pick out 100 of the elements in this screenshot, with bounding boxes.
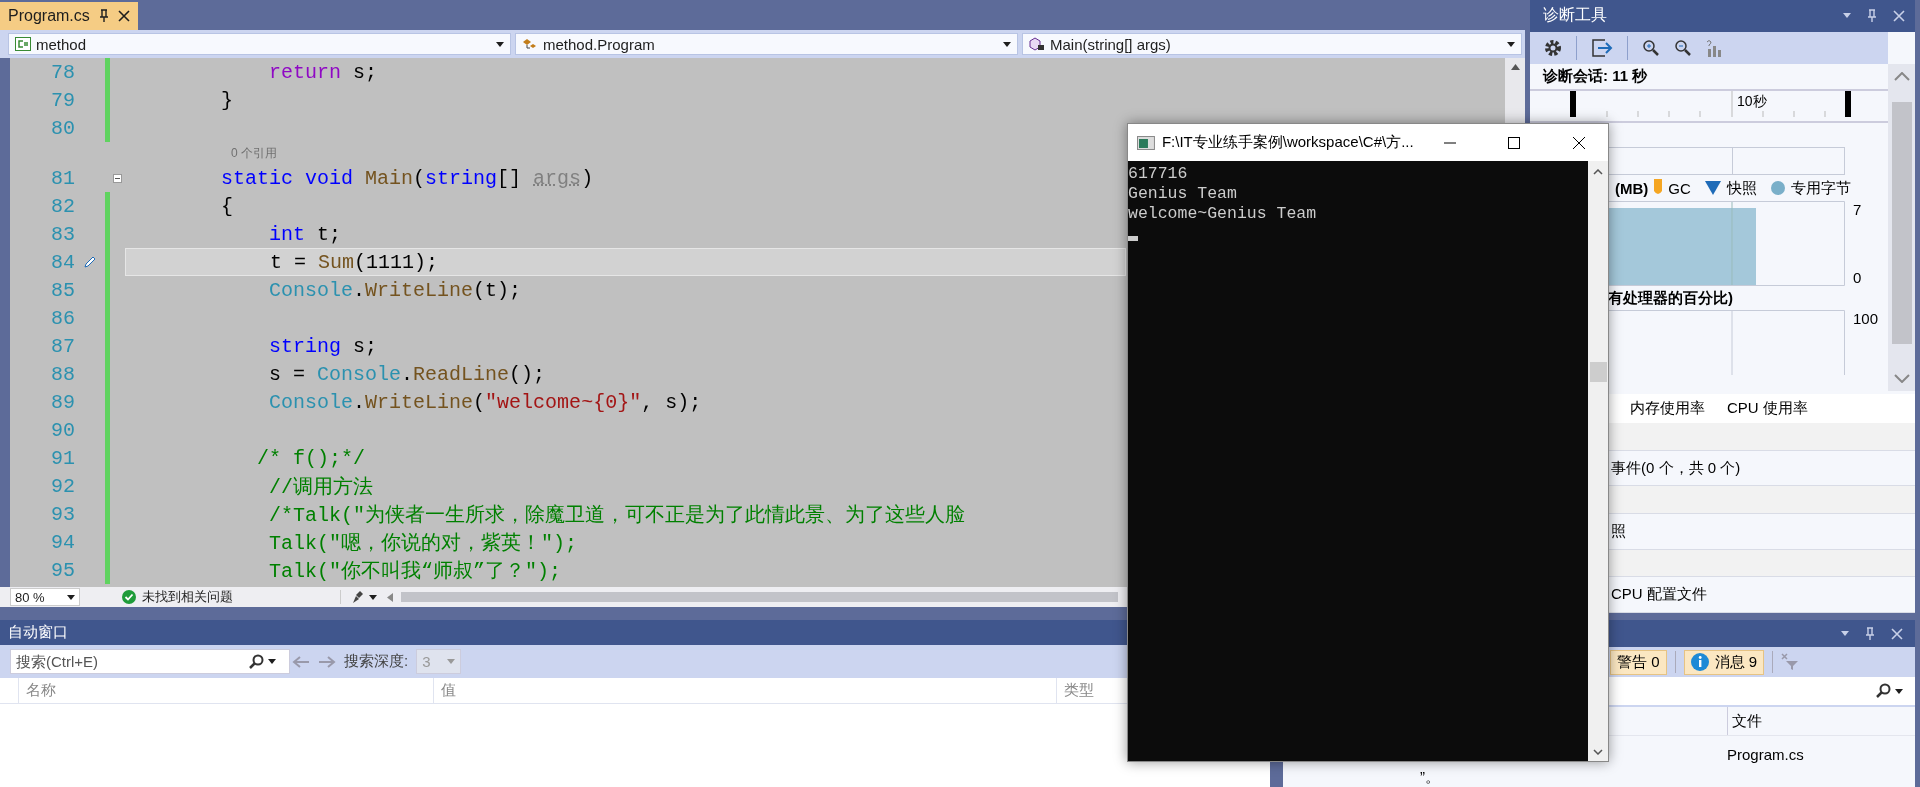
dropdown-icon[interactable] bbox=[1843, 13, 1851, 19]
code-line: /*Talk("为侠者一生所求，除魔卫道，可不正是为了此情此景、为了这些人脸 bbox=[268, 502, 966, 528]
settings-icon[interactable] bbox=[1544, 38, 1562, 57]
text-cursor bbox=[1128, 236, 1138, 241]
search-field[interactable] bbox=[1609, 677, 1915, 707]
console-output-line: welcome~Genius Team bbox=[1128, 204, 1318, 224]
zoom-out-icon[interactable] bbox=[1674, 38, 1692, 57]
panel-title: 诊断工具 bbox=[1543, 5, 1608, 26]
maximize-icon bbox=[1508, 136, 1521, 149]
code-line: s = Console.ReadLine(); bbox=[268, 362, 546, 386]
line-number: 78 bbox=[50, 60, 75, 84]
chart-help-icon[interactable] bbox=[1706, 38, 1724, 57]
chart-title: 有处理器的百分比) bbox=[1608, 288, 1733, 308]
scroll-thumb[interactable] bbox=[1589, 362, 1607, 383]
session-duration: 诊断会话: 11 秒 bbox=[1543, 67, 1648, 87]
code-line: string s; bbox=[268, 334, 378, 358]
line-number: 93 bbox=[50, 502, 75, 526]
console-scrollbar[interactable] bbox=[1588, 161, 1608, 761]
scroll-up-icon[interactable] bbox=[1893, 72, 1910, 82]
caret-icon[interactable] bbox=[496, 41, 504, 47]
issues-status[interactable]: 未找到相关问题 bbox=[142, 588, 233, 606]
code-line: { bbox=[220, 194, 234, 218]
tab[interactable]: CPU 使用率 bbox=[1727, 399, 1808, 419]
caret-icon[interactable] bbox=[369, 594, 377, 600]
code-line: //调用方法 bbox=[268, 474, 374, 500]
private-bytes-dot-icon bbox=[1770, 181, 1785, 196]
close-icon[interactable] bbox=[117, 10, 130, 22]
member-dropdown[interactable]: Main(string[] args) bbox=[1022, 33, 1522, 55]
scroll-down-icon[interactable] bbox=[1893, 374, 1910, 384]
minimize-icon bbox=[1443, 141, 1456, 144]
class-icon bbox=[522, 37, 538, 51]
search-icon[interactable] bbox=[1875, 683, 1891, 699]
axis-label: 100 bbox=[1853, 310, 1879, 328]
code-line: /* f();*/ bbox=[256, 446, 366, 470]
caret-icon[interactable] bbox=[1507, 41, 1515, 47]
line-number: 80 bbox=[50, 116, 75, 140]
vertical-scrollbar[interactable] bbox=[1888, 64, 1915, 392]
code-line: int t; bbox=[268, 222, 342, 246]
console-output-line: Genius Team bbox=[1128, 184, 1238, 204]
search-field[interactable]: 搜索(Ctrl+E) bbox=[10, 649, 290, 674]
project-dropdown[interactable]: method bbox=[8, 33, 511, 55]
console-app-icon bbox=[1137, 135, 1155, 150]
close-icon bbox=[1573, 136, 1586, 149]
column-header[interactable]: 类型 bbox=[1056, 678, 1124, 703]
scroll-left-icon[interactable] bbox=[387, 592, 393, 602]
filter-toggle[interactable]: 警告 0 bbox=[1610, 649, 1667, 675]
console-output-line: 617716 bbox=[1128, 164, 1189, 184]
caret-icon[interactable] bbox=[1003, 41, 1011, 47]
csharp-file-icon bbox=[15, 37, 31, 51]
legend-label: 专用字节 bbox=[1790, 178, 1851, 198]
legend-title: (MB) bbox=[1615, 179, 1649, 197]
code-line: return s; bbox=[268, 60, 378, 84]
line-number: 91 bbox=[50, 446, 75, 470]
scroll-up-icon[interactable] bbox=[1510, 64, 1520, 70]
dropdown-icon[interactable] bbox=[1841, 631, 1849, 636]
code-line: Console.WriteLine("welcome~{0}", s); bbox=[268, 390, 702, 414]
table-cell: ”。 bbox=[1420, 768, 1440, 787]
pencil-icon[interactable] bbox=[83, 255, 97, 269]
file-tab[interactable]: Program.cs bbox=[0, 2, 138, 30]
axis-label: 0 bbox=[1853, 269, 1862, 287]
window-title: F:\IT专业练手案例\workspace\C#\方... bbox=[1161, 133, 1414, 152]
column-header[interactable]: 名称 bbox=[18, 678, 433, 703]
line-number: 94 bbox=[50, 530, 75, 554]
filter-toggle[interactable]: 消息 9 bbox=[1683, 649, 1765, 675]
code-line: static void Main(string[] args) bbox=[220, 166, 594, 190]
export-icon[interactable] bbox=[1591, 37, 1613, 58]
ruler-label: 10秒 bbox=[1737, 93, 1768, 112]
code-line: t = Sum(1111); bbox=[269, 250, 439, 274]
pin-icon[interactable] bbox=[98, 9, 109, 23]
snapshot-marker-icon bbox=[1704, 181, 1721, 196]
line-number: 90 bbox=[50, 418, 75, 442]
depth-dropdown: 3 bbox=[416, 649, 462, 674]
zoom-dropdown[interactable]: 80 % bbox=[10, 588, 80, 606]
panel-title: 自动窗口 bbox=[8, 623, 68, 642]
column-header[interactable]: 文件 bbox=[1727, 707, 1762, 735]
axis-label: 7 bbox=[1853, 201, 1862, 219]
horizontal-scrollbar[interactable] bbox=[401, 592, 1118, 602]
line-number: 85 bbox=[50, 278, 75, 302]
line-number: 87 bbox=[50, 334, 75, 358]
caret-icon[interactable] bbox=[1895, 688, 1903, 694]
legend-label: GC bbox=[1668, 179, 1691, 197]
line-number: 84 bbox=[50, 250, 75, 274]
column-header[interactable]: 值 bbox=[433, 678, 1056, 703]
code-line: } bbox=[220, 88, 234, 112]
collapse-icon[interactable] bbox=[113, 173, 122, 183]
line-number: 88 bbox=[50, 362, 75, 386]
scroll-thumb[interactable] bbox=[1891, 102, 1912, 345]
caret-icon[interactable] bbox=[67, 594, 75, 600]
scroll-down-icon[interactable] bbox=[1593, 749, 1603, 755]
line-number: 83 bbox=[50, 222, 75, 246]
depth-label: 搜索深度: bbox=[344, 652, 409, 671]
type-dropdown[interactable]: method.Program bbox=[515, 33, 1018, 55]
table-cell-text: Program.cs bbox=[1727, 745, 1804, 765]
tab[interactable]: 内存使用率 bbox=[1630, 399, 1705, 419]
code-line: Talk("嗯，你说的对，紫英！"); bbox=[268, 530, 578, 556]
scroll-up-icon[interactable] bbox=[1593, 169, 1603, 175]
zoom-in-icon[interactable] bbox=[1642, 38, 1660, 57]
code-line: Talk("你不叫我“师叔”了？"); bbox=[268, 558, 562, 584]
line-number: 86 bbox=[50, 306, 75, 330]
line-number: 79 bbox=[50, 88, 75, 112]
